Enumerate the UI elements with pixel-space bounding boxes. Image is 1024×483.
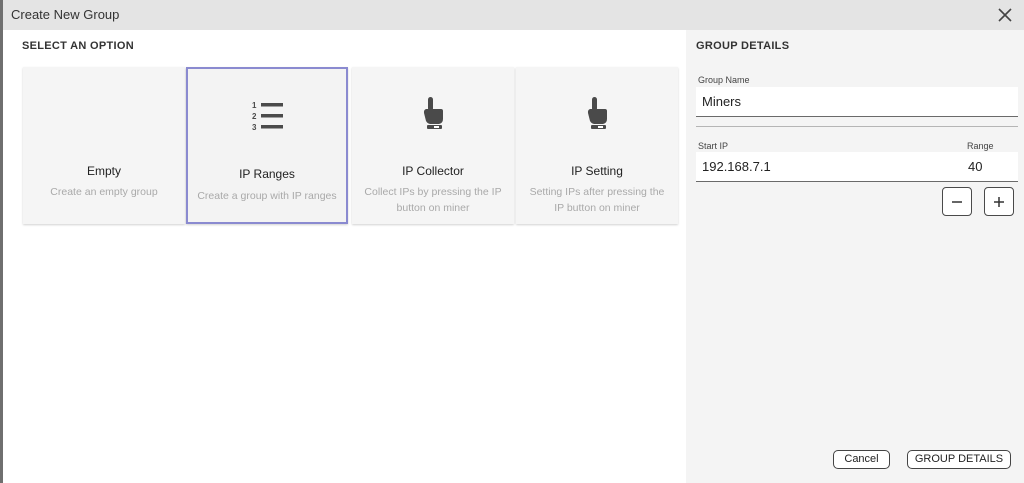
option-card-description: Collect IPs by pressing the IP button on… bbox=[364, 186, 502, 214]
group-details-button[interactable]: GROUP DETAILS bbox=[907, 450, 1011, 469]
start-ip-label: Start IP bbox=[698, 141, 729, 151]
close-icon[interactable] bbox=[994, 4, 1016, 26]
option-card-ip-collector[interactable]: IP Collector Collect IPs by pressing the… bbox=[352, 67, 514, 224]
option-card-description: Create a group with IP ranges bbox=[197, 190, 337, 202]
svg-text:2: 2 bbox=[252, 112, 257, 121]
group-name-input[interactable] bbox=[696, 87, 1018, 117]
option-card-description: Create an empty group bbox=[50, 186, 158, 198]
option-card-title: IP Collector bbox=[402, 164, 464, 178]
group-details-panel: GROUP DETAILS Group Name Start IP Range … bbox=[686, 30, 1024, 483]
range-label: Range bbox=[967, 141, 994, 151]
option-card-ip-ranges[interactable]: 1 2 3 IP Ranges Create a group with IP r… bbox=[186, 67, 348, 224]
remove-range-button[interactable] bbox=[942, 187, 972, 216]
group-name-label: Group Name bbox=[698, 75, 750, 85]
option-cards: Empty Create an empty group 1 2 3 IP Ran… bbox=[23, 67, 679, 224]
range-input[interactable] bbox=[962, 152, 1018, 182]
svg-text:3: 3 bbox=[252, 123, 257, 132]
dialog-title: Create New Group bbox=[11, 7, 120, 22]
option-card-empty[interactable]: Empty Create an empty group bbox=[23, 67, 185, 224]
options-panel: SELECT AN OPTION Empty Create an empty g… bbox=[3, 30, 685, 483]
start-ip-input[interactable] bbox=[696, 152, 962, 182]
option-card-title: Empty bbox=[86, 164, 121, 178]
details-section-title: GROUP DETAILS bbox=[696, 40, 790, 52]
options-section-title: SELECT AN OPTION bbox=[22, 40, 134, 52]
option-card-title: IP Ranges bbox=[239, 167, 295, 181]
hand-pointer-icon bbox=[587, 97, 607, 129]
option-card-description: Setting IPs after pressing the IP button… bbox=[529, 186, 665, 214]
svg-text:1: 1 bbox=[252, 101, 257, 110]
plus-icon bbox=[994, 196, 1004, 207]
dialog-titlebar: Create New Group bbox=[3, 0, 1024, 30]
option-card-title: IP Setting bbox=[571, 164, 623, 178]
hand-pointer-icon bbox=[423, 97, 443, 129]
details-divider bbox=[696, 126, 1018, 127]
cancel-button[interactable]: Cancel bbox=[833, 450, 890, 469]
option-card-ip-setting[interactable]: IP Setting Setting IPs after pressing th… bbox=[516, 67, 678, 224]
minus-icon bbox=[952, 200, 962, 203]
numbered-list-icon: 1 2 3 bbox=[252, 101, 283, 132]
add-range-button[interactable] bbox=[984, 187, 1014, 216]
